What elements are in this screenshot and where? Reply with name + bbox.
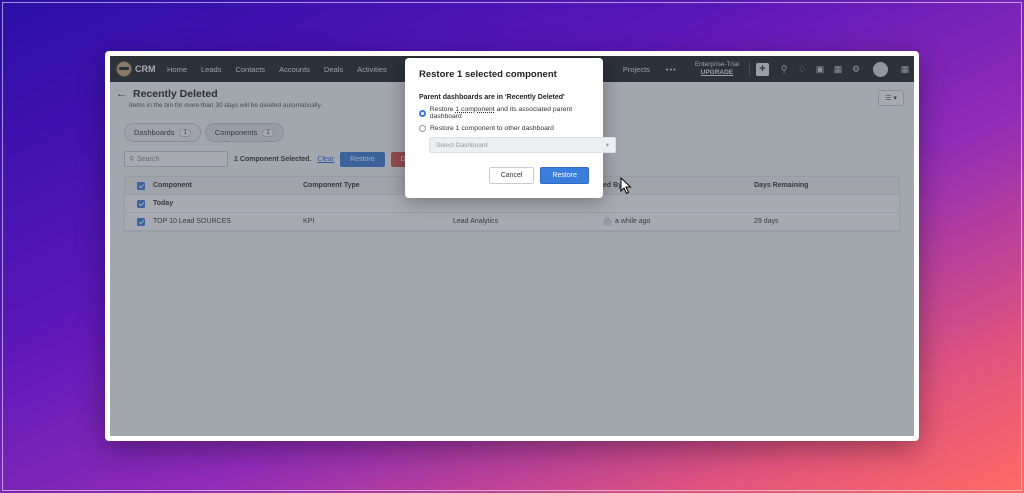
modal-restore-button[interactable]: Restore: [540, 167, 589, 184]
restore-modal: Restore 1 selected component Parent dash…: [405, 58, 616, 198]
option1-text: Restore 1 component and its associated p…: [430, 106, 589, 120]
option2-text: Restore 1 component to other dashboard: [430, 125, 554, 132]
radio-unselected[interactable]: [419, 125, 426, 132]
app-window: CRM Home Leads Contacts Accounts Deals A…: [105, 51, 919, 441]
chevron-down-icon: ▾: [605, 142, 609, 149]
cancel-button[interactable]: Cancel: [488, 167, 535, 184]
modal-title: Restore 1 selected component: [419, 69, 557, 80]
modal-subtitle: Parent dashboards are in 'Recently Delet…: [419, 94, 565, 101]
select-dashboard-dropdown[interactable]: Select Dashboard ▾: [429, 137, 616, 153]
radio-selected[interactable]: [419, 109, 426, 117]
option1-pre: Restore: [429, 106, 456, 113]
mouse-cursor-icon: [620, 177, 632, 195]
select-placeholder: Select Dashboard: [436, 141, 488, 149]
option1-link: 1 component: [455, 106, 495, 113]
modal-actions: Cancel Restore: [419, 167, 589, 184]
option-restore-other-dashboard[interactable]: Restore 1 component to other dashboard: [419, 125, 589, 132]
crm-app: CRM Home Leads Contacts Accounts Deals A…: [110, 56, 914, 436]
option-restore-with-parent[interactable]: Restore 1 component and its associated p…: [419, 106, 589, 120]
